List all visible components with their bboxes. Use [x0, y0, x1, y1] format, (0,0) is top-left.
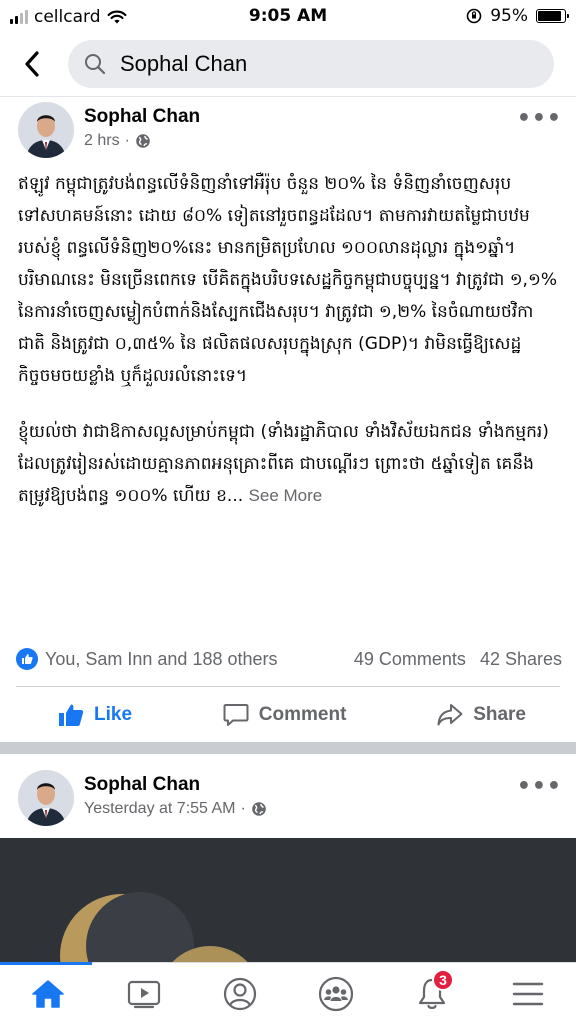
tab-profile[interactable]	[210, 971, 270, 1017]
post-options-button[interactable]: •••	[517, 106, 562, 131]
post-actions: Like Comment Share	[16, 686, 560, 742]
share-button[interactable]: Share	[437, 703, 526, 727]
post-card: Sophal Chan 2 hrs · ••• ឥឡូវ កម្ពុជាត្រូ…	[0, 0, 576, 740]
image-graphic	[0, 838, 576, 968]
post-card: Sophal Chan Yesterday at 7:55 AM · •••	[0, 754, 576, 838]
watch-icon	[127, 980, 161, 1009]
avatar[interactable]	[18, 102, 74, 158]
post-author[interactable]: Sophal Chan	[84, 106, 200, 128]
share-label: Share	[473, 703, 526, 725]
comment-label: Comment	[258, 703, 347, 725]
meta-dot: ·	[124, 132, 130, 149]
globe-icon	[252, 802, 266, 816]
tab-menu[interactable]	[498, 971, 558, 1017]
feed-separator	[0, 742, 576, 754]
engagement-counts: 49 Comments 42 Shares	[354, 649, 562, 670]
like-button[interactable]: Like	[58, 703, 132, 727]
home-icon	[32, 980, 64, 1008]
groups-icon	[318, 976, 354, 1012]
post-stats: You, Sam Inn and 188 others 49 Comments …	[16, 644, 562, 674]
menu-icon	[512, 982, 544, 1006]
active-tab-indicator	[0, 962, 92, 965]
reaction-summary[interactable]: You, Sam Inn and 188 others	[45, 649, 278, 670]
profile-icon	[223, 977, 257, 1011]
post-time[interactable]: 2 hrs	[84, 132, 120, 150]
comment-count[interactable]: 49 Comments	[354, 649, 466, 670]
tab-watch[interactable]	[114, 971, 174, 1017]
share-icon	[437, 703, 463, 725]
bottom-tab-bar: 3	[0, 962, 576, 1024]
comment-icon	[223, 703, 249, 726]
avatar[interactable]	[18, 770, 74, 826]
post-meta: 2 hrs ·	[84, 132, 151, 150]
post-meta: Yesterday at 7:55 AM ·	[84, 800, 267, 818]
post-paragraph: ឥឡូវ កម្ពុជាត្រូវបង់ពន្ធលើទំនិញនាំទៅអឺរ៉…	[18, 174, 557, 386]
post-time[interactable]: Yesterday at 7:55 AM	[84, 800, 236, 818]
globe-icon	[136, 134, 150, 148]
thumbs-up-icon	[59, 704, 84, 726]
post-author[interactable]: Sophal Chan	[84, 774, 200, 796]
tab-notifications[interactable]: 3	[402, 969, 462, 1017]
like-label: Like	[94, 703, 133, 725]
meta-dot: ·	[240, 800, 246, 817]
notification-badge: 3	[432, 969, 454, 991]
profile-photo	[18, 102, 74, 158]
post-body: ឥឡូវ កម្ពុជាត្រូវបង់ពន្ធលើទំនិញនាំទៅអឺរ៉…	[18, 168, 558, 512]
profile-photo	[18, 770, 74, 826]
comment-button[interactable]: Comment	[223, 703, 347, 727]
see-more-link[interactable]: See More	[249, 486, 323, 505]
tab-groups[interactable]	[306, 971, 366, 1017]
post-options-button[interactable]: •••	[517, 774, 562, 799]
share-count[interactable]: 42 Shares	[480, 649, 562, 670]
post-paragraph: ខ្ញុំយល់ថា វាជាឱកាសល្អសម្រាប់កម្ពុជា (ទា…	[18, 416, 558, 512]
post-image[interactable]	[0, 838, 576, 968]
like-reaction-icon	[16, 648, 38, 670]
tab-home[interactable]	[18, 971, 78, 1017]
